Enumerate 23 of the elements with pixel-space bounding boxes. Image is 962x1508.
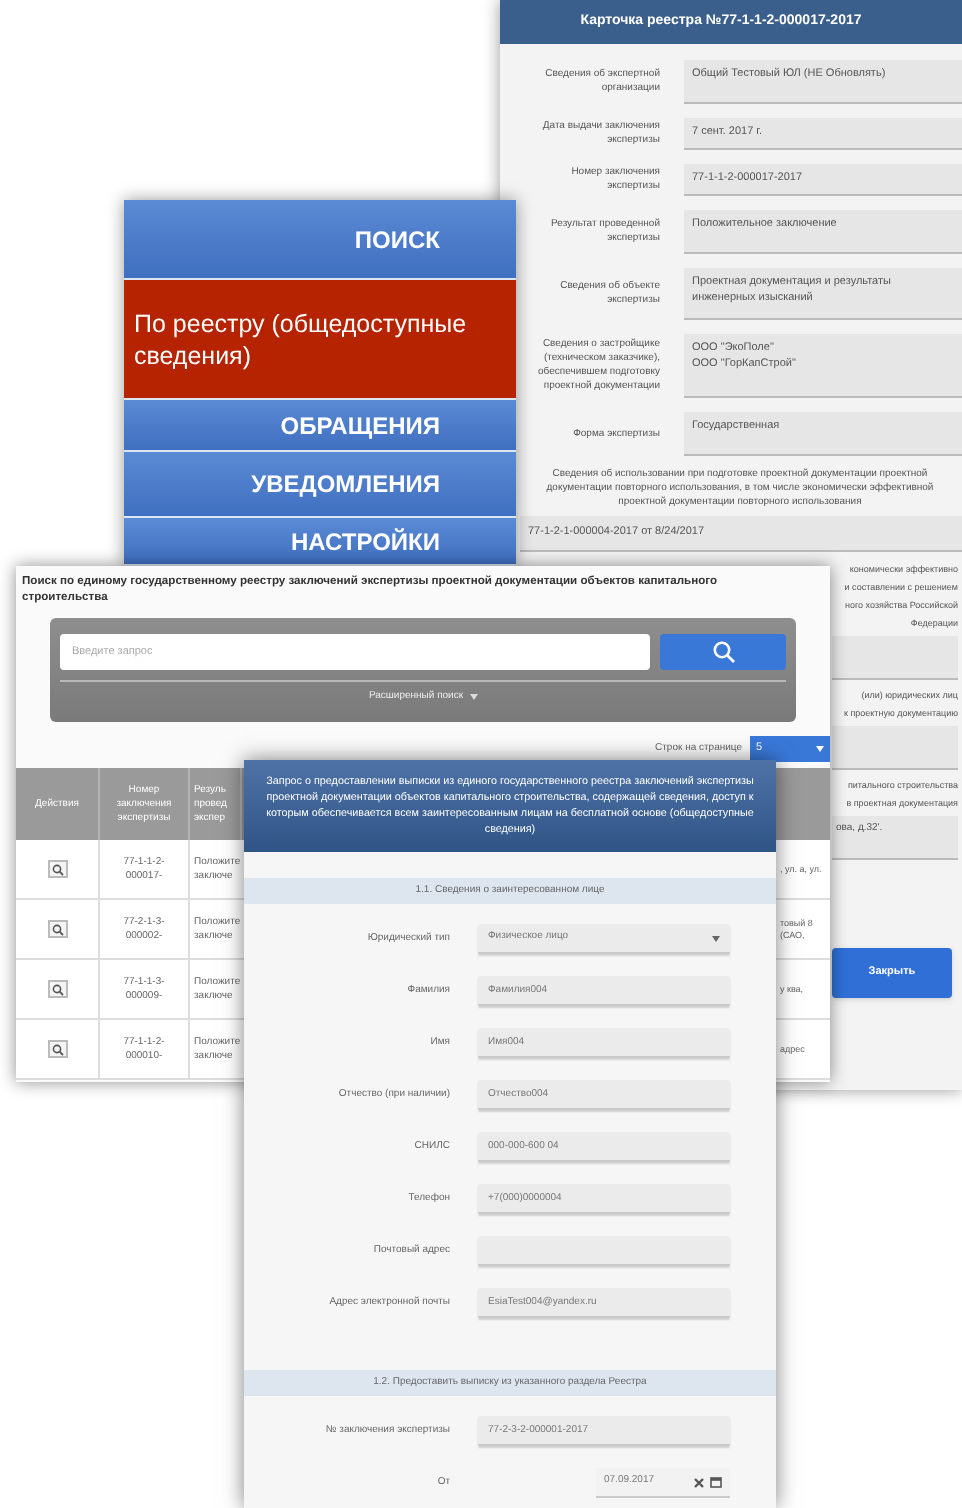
search-button[interactable] bbox=[660, 634, 786, 670]
view-button[interactable] bbox=[47, 980, 67, 998]
search-icon bbox=[51, 1043, 63, 1055]
clear-icon[interactable] bbox=[694, 1477, 704, 1487]
search-icon bbox=[51, 923, 63, 935]
view-button[interactable] bbox=[47, 920, 67, 938]
caret-icon bbox=[816, 746, 824, 752]
menu-item[interactable]: ОБРАЩЕНИЯ bbox=[124, 400, 516, 452]
menu-item[interactable]: По реестру (общедоступные сведения) bbox=[124, 280, 516, 400]
search-icon bbox=[51, 983, 63, 995]
view-button[interactable] bbox=[47, 1040, 67, 1058]
menu-item[interactable]: ПОИСК bbox=[124, 200, 516, 280]
field-value bbox=[832, 636, 958, 680]
search-icon bbox=[51, 863, 63, 875]
caret-icon bbox=[469, 694, 478, 701]
view-button[interactable] bbox=[47, 860, 67, 878]
search-icon bbox=[711, 640, 735, 664]
menu-item[interactable]: УВЕДОМЛЕНИЯ bbox=[124, 452, 516, 518]
input-field[interactable] bbox=[478, 1236, 730, 1266]
field-value bbox=[832, 726, 958, 770]
calendar-icon[interactable] bbox=[710, 1476, 722, 1488]
menu-item[interactable]: НАСТРОЙКИ bbox=[124, 518, 516, 566]
caret-icon bbox=[712, 935, 720, 941]
